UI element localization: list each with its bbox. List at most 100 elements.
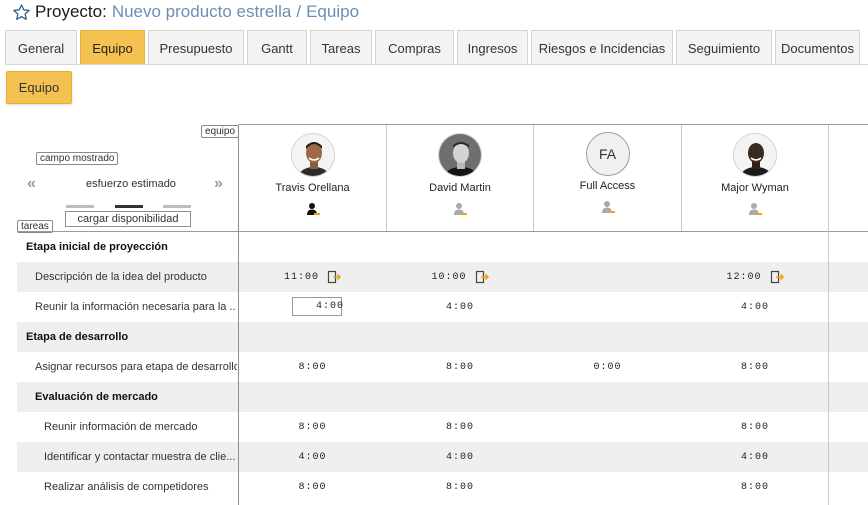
tab-presupuesto[interactable]: Presupuesto — [148, 30, 244, 65]
effort-cell[interactable]: 4:00 — [239, 442, 386, 472]
subphase-label: Evaluación de mercado — [35, 391, 158, 403]
field-tag: campo mostrado — [36, 152, 119, 165]
effort-cell[interactable]: 8:00 — [682, 412, 828, 442]
effort-value: 8:00 — [445, 361, 474, 373]
tab-documentos[interactable]: Documentos — [775, 30, 860, 65]
person-icon — [454, 203, 467, 215]
exit-icon[interactable] — [770, 270, 784, 284]
effort-cell[interactable] — [534, 412, 681, 442]
prev-field-arrow[interactable]: « — [27, 175, 36, 193]
task-row[interactable]: Descripción de la idea del producto 11:0… — [17, 262, 868, 292]
effort-cell[interactable] — [534, 472, 681, 502]
effort-value: 8:00 — [445, 421, 474, 433]
effort-value: 8:00 — [445, 481, 474, 493]
phase-row[interactable]: Etapa inicial de proyección — [17, 232, 868, 262]
task-column-divider — [238, 232, 239, 505]
effort-value: 8:00 — [298, 361, 327, 373]
effort-cell[interactable]: 8:00 — [387, 472, 533, 502]
phase-label: Etapa inicial de proyección — [26, 241, 168, 253]
tab-label: Equipo — [92, 40, 133, 56]
load-availability-button[interactable]: cargar disponibilidad — [65, 211, 191, 227]
avatar — [438, 133, 482, 177]
effort-value: 4:00 — [740, 301, 769, 313]
exit-icon[interactable] — [475, 270, 489, 284]
task-row[interactable]: Reunir información de mercado 8:00 8:00 … — [17, 412, 868, 442]
effort-cell[interactable] — [534, 262, 681, 292]
phase-row[interactable]: Etapa de desarrollo — [17, 322, 868, 352]
title-label: Proyecto: — [35, 2, 107, 21]
task-label: Identificar y contactar muestra de clie.… — [44, 451, 236, 463]
tab-riesgos[interactable]: Riesgos e Incidencias — [531, 30, 673, 65]
displayed-field: esfuerzo estimado — [86, 178, 176, 190]
member-column-border — [828, 232, 829, 505]
effort-cell[interactable] — [534, 442, 681, 472]
member-name: David Martin — [429, 182, 491, 194]
tab-compras[interactable]: Compras — [375, 30, 454, 65]
field-indicator-active[interactable] — [115, 205, 143, 208]
team-member-david[interactable]: David Martin — [387, 126, 533, 230]
team-header-top — [238, 124, 868, 125]
task-label: Realizar análisis de competidores — [44, 481, 209, 493]
team-member-full-access[interactable]: FA Full Access — [534, 126, 681, 230]
effort-cell[interactable]: 4:00 — [682, 292, 828, 322]
effort-value: 4:00 — [316, 301, 345, 312]
member-name: Travis Orellana — [275, 182, 350, 194]
effort-cell[interactable]: 4:00 — [682, 442, 828, 472]
effort-cell[interactable]: 8:00 — [682, 352, 828, 382]
member-name: Major Wyman — [721, 182, 789, 194]
effort-cell[interactable]: 10:00 — [387, 262, 533, 292]
field-indicator[interactable] — [163, 205, 191, 208]
tab-bar: General Equipo Presupuesto Gantt Tareas … — [5, 30, 863, 65]
tab-seguimiento[interactable]: Seguimiento — [676, 30, 772, 65]
phase-label: Etapa de desarrollo — [26, 331, 129, 343]
team-member-travis[interactable]: Travis Orellana — [239, 126, 386, 230]
field-indicator[interactable] — [66, 205, 94, 208]
effort-value: 4:00 — [445, 451, 474, 463]
tab-ingresos[interactable]: Ingresos — [457, 30, 528, 65]
team-axis-tag: equipo — [201, 125, 240, 138]
person-icon — [601, 201, 615, 213]
exit-icon[interactable] — [327, 270, 341, 284]
effort-input[interactable]: 4:00 — [292, 297, 345, 316]
star-icon[interactable] — [12, 3, 31, 22]
task-label: Reunir información de mercado — [44, 421, 198, 433]
effort-cell[interactable]: 8:00 — [387, 412, 533, 442]
effort-cell[interactable]: 8:00 — [239, 472, 386, 502]
effort-cell[interactable]: 8:00 — [239, 412, 386, 442]
effort-cell[interactable]: 8:00 — [387, 352, 533, 382]
effort-cell[interactable]: 8:00 — [239, 352, 386, 382]
task-row[interactable]: Realizar análisis de competidores 8:00 8… — [17, 472, 868, 502]
effort-cell[interactable]: 8:00 — [682, 472, 828, 502]
subtab-label: Equipo — [18, 80, 60, 95]
effort-cell[interactable]: 12:00 — [682, 262, 828, 292]
tab-tareas[interactable]: Tareas — [310, 30, 372, 65]
effort-cell[interactable]: 4:00 — [387, 442, 533, 472]
task-row[interactable]: Identificar y contactar muestra de clie.… — [17, 442, 868, 472]
tab-label: Tareas — [321, 40, 361, 56]
task-label: Reunir la información necesaria para la … — [35, 301, 235, 313]
tab-gantt[interactable]: Gantt — [247, 30, 307, 65]
effort-value: 0:00 — [593, 361, 622, 373]
task-row[interactable]: Reunir la información necesaria para la … — [17, 292, 868, 322]
effort-cell[interactable]: 11:00 — [239, 262, 386, 292]
tab-label: Gantt — [261, 40, 293, 56]
effort-cell[interactable]: 4:00 — [387, 292, 533, 322]
tab-label: General — [17, 40, 65, 56]
subtab-equipo[interactable]: Equipo — [6, 71, 72, 104]
subphase-row[interactable]: Evaluación de mercado — [17, 382, 868, 412]
avatar — [733, 133, 777, 177]
effort-cell[interactable]: 0:00 — [534, 352, 681, 382]
team-member-major[interactable]: Major Wyman — [682, 126, 828, 230]
effort-value: 4:00 — [445, 301, 474, 313]
tab-equipo[interactable]: Equipo — [80, 30, 145, 65]
project-name[interactable]: Nuevo producto estrella — [112, 2, 292, 22]
person-icon — [306, 203, 320, 215]
next-field-arrow[interactable]: » — [214, 175, 223, 193]
effort-value: 8:00 — [740, 421, 769, 433]
avatar-initials: FA — [585, 132, 630, 176]
tab-general[interactable]: General — [5, 30, 77, 65]
title-separator: / — [296, 2, 302, 21]
avatar — [290, 133, 335, 177]
effort-cell[interactable] — [534, 292, 681, 322]
task-row[interactable]: Asignar recursos para etapa de desarroll… — [17, 352, 868, 382]
